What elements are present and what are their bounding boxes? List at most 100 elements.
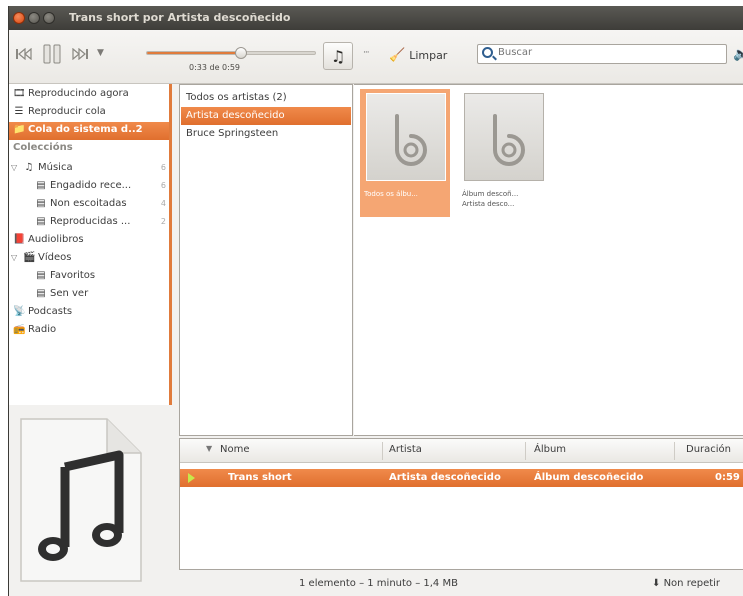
now-playing-icon: 🎞 [13,88,26,99]
playlist-icon: ▤ [36,198,46,209]
artist-list: Todos os artistas (2) Artista descoñecido… [179,84,353,436]
album-title: Álbum descoñ... [462,190,519,198]
album-artist: Artista desco... [462,200,515,208]
column-duration[interactable]: Duración [686,444,731,455]
play-indicator-icon [188,473,195,483]
sidebar-item[interactable]: 📕 Audiolibros [9,232,169,250]
column-artist[interactable]: Artista [389,444,422,455]
column-album[interactable]: Álbum [534,444,566,455]
sidebar-item[interactable]: ▤ Sen ver [9,286,169,304]
sidebar-item-count: 6 [160,181,166,190]
sidebar-item-label: Reproducindo agora [28,88,129,99]
volume-icon[interactable]: 🔈 [733,47,743,62]
track-duration: 0:59 [715,472,740,483]
sidebar-item[interactable]: 📡 Podcasts [9,304,169,322]
list-item[interactable]: Bruce Springsteen [181,125,351,143]
track-name: Trans short [228,472,292,483]
music-file-icon [20,418,142,582]
track-album: Álbum descoñecido [534,472,644,483]
list-item[interactable]: Todos os artistas (2) [181,89,351,107]
clear-button[interactable]: 🧹 Limpar [389,48,447,63]
status-summary: 1 elemento – 1 minuto – 1,4 MB [299,578,458,589]
sidebar-item[interactable]: ▽ 🎬 Vídeos [9,250,169,268]
sidebar-item[interactable]: ▤ Reproducidas ... 2 [9,214,169,232]
repeat-button[interactable]: ⬇ Non repetir [652,578,720,589]
album-tile[interactable]: Todos os álbu... [360,89,450,217]
banshee-logo-icon [493,114,525,166]
seek-handle[interactable] [235,47,248,59]
album-caption: Álbum descoñ... Artista desco... [462,189,546,209]
toolbar: ▼ 0:33 de 0:59 ♫ ··· 🧹Limpar 🔈 [9,30,743,84]
next-icon[interactable] [71,47,89,63]
radio-icon: 📻 [13,324,26,335]
sidebar-item[interactable]: ▤ Engadido rece... 6 [9,178,169,196]
search-box[interactable] [477,44,727,64]
window-title: Trans short por Artista descoñecido [69,11,291,24]
playlist-icon: ▤ [36,180,46,191]
more-options-button[interactable]: ··· [363,48,370,58]
sidebar-item-label: Cola do sistema d..2 [28,124,143,135]
queue-icon: ☰ [14,106,24,117]
banshee-window: Trans short por Artista descoñecido ▼ 0:… [8,6,743,596]
search-icon [482,47,493,58]
seek-slider[interactable] [146,47,316,59]
album-cover [464,93,544,181]
column-divider [382,442,383,460]
collections-header: Coleccións [13,142,73,153]
playlist-icon: ▤ [36,270,46,281]
sidebar-item[interactable]: 📁 Cola do sistema d..2 [9,122,169,140]
expander-icon[interactable]: ▽ [11,253,17,262]
track-artist: Artista descoñecido [389,472,501,483]
cover-art [9,405,172,596]
dropdown-arrow-icon[interactable]: ▼ [97,48,104,58]
source-sidebar: 🎞 Reproducindo agora ☰ Reproducir cola 📁 Cola… [9,84,172,405]
album-cover [366,93,446,181]
music-view-button[interactable]: ♫ [323,42,353,70]
list-item[interactable]: Artista descoñecido [181,107,351,125]
sidebar-item-label: Radio [28,324,57,335]
sidebar-item[interactable]: 🎞 Reproducindo agora [9,86,169,104]
track-list: ▼ Nome Artista Álbum Duración Trans shor… [179,438,743,570]
album-title: Todos os álbu... [364,190,418,198]
sidebar-item-count: 6 [160,163,166,172]
sidebar-item[interactable]: ▤ Favoritos [9,268,169,286]
sidebar-item[interactable]: ☰ Reproducir cola [9,104,169,122]
maximize-icon[interactable] [43,12,55,24]
film-icon: 🎬 [23,252,36,263]
sidebar-item-label: Engadido rece... [50,180,132,191]
sidebar-item-count: 2 [160,217,166,226]
repeat-icon: ⬇ [652,578,661,589]
sidebar-item-label: Reproducir cola [28,106,106,117]
column-name[interactable]: Nome [220,444,250,455]
sidebar-item-label: Audiolibros [28,234,84,245]
pause-icon[interactable] [41,43,63,68]
album-grid: Todos os álbu... Álbum descoñ... Artista d… [354,84,743,436]
status-bar: 1 elemento – 1 minuto – 1,4 MB ⬇ Non rep… [172,572,743,596]
album-tile[interactable]: Álbum descoñ... Artista desco... [458,89,548,217]
close-icon[interactable] [13,12,25,24]
sidebar-item[interactable]: 📻 Radio [9,322,169,340]
search-input[interactable] [498,47,718,58]
seek-progress [147,52,242,54]
sidebar-item-label: Podcasts [28,306,73,317]
table-row[interactable]: Trans short Artista descoñecido Álbum de… [180,469,743,487]
album-caption: Todos os álbu... [364,189,448,199]
sort-arrow-icon: ▼ [206,444,213,453]
sidebar-item-label: Música [38,162,73,173]
book-icon: 📕 [13,234,26,245]
repeat-label: Non repetir [663,578,721,589]
sidebar-item-label: Vídeos [38,252,72,263]
minimize-icon[interactable] [28,12,40,24]
playlist-icon: ▤ [36,288,46,299]
sidebar-item-count: 4 [160,199,166,208]
broom-icon: 🧹 [389,48,406,63]
sidebar-item[interactable]: ▽ ♫ Música 6 [9,160,169,178]
previous-icon[interactable] [15,47,33,63]
clear-label: Limpar [409,49,448,62]
title-bar: Trans short por Artista descoñecido [9,6,743,30]
folder-icon: 📁 [13,124,26,135]
sidebar-item[interactable]: ▤ Non escoitadas 4 [9,196,169,214]
banshee-logo-icon [395,114,427,166]
expander-icon[interactable]: ▽ [11,163,17,172]
time-label: 0:33 de 0:59 [189,63,241,72]
